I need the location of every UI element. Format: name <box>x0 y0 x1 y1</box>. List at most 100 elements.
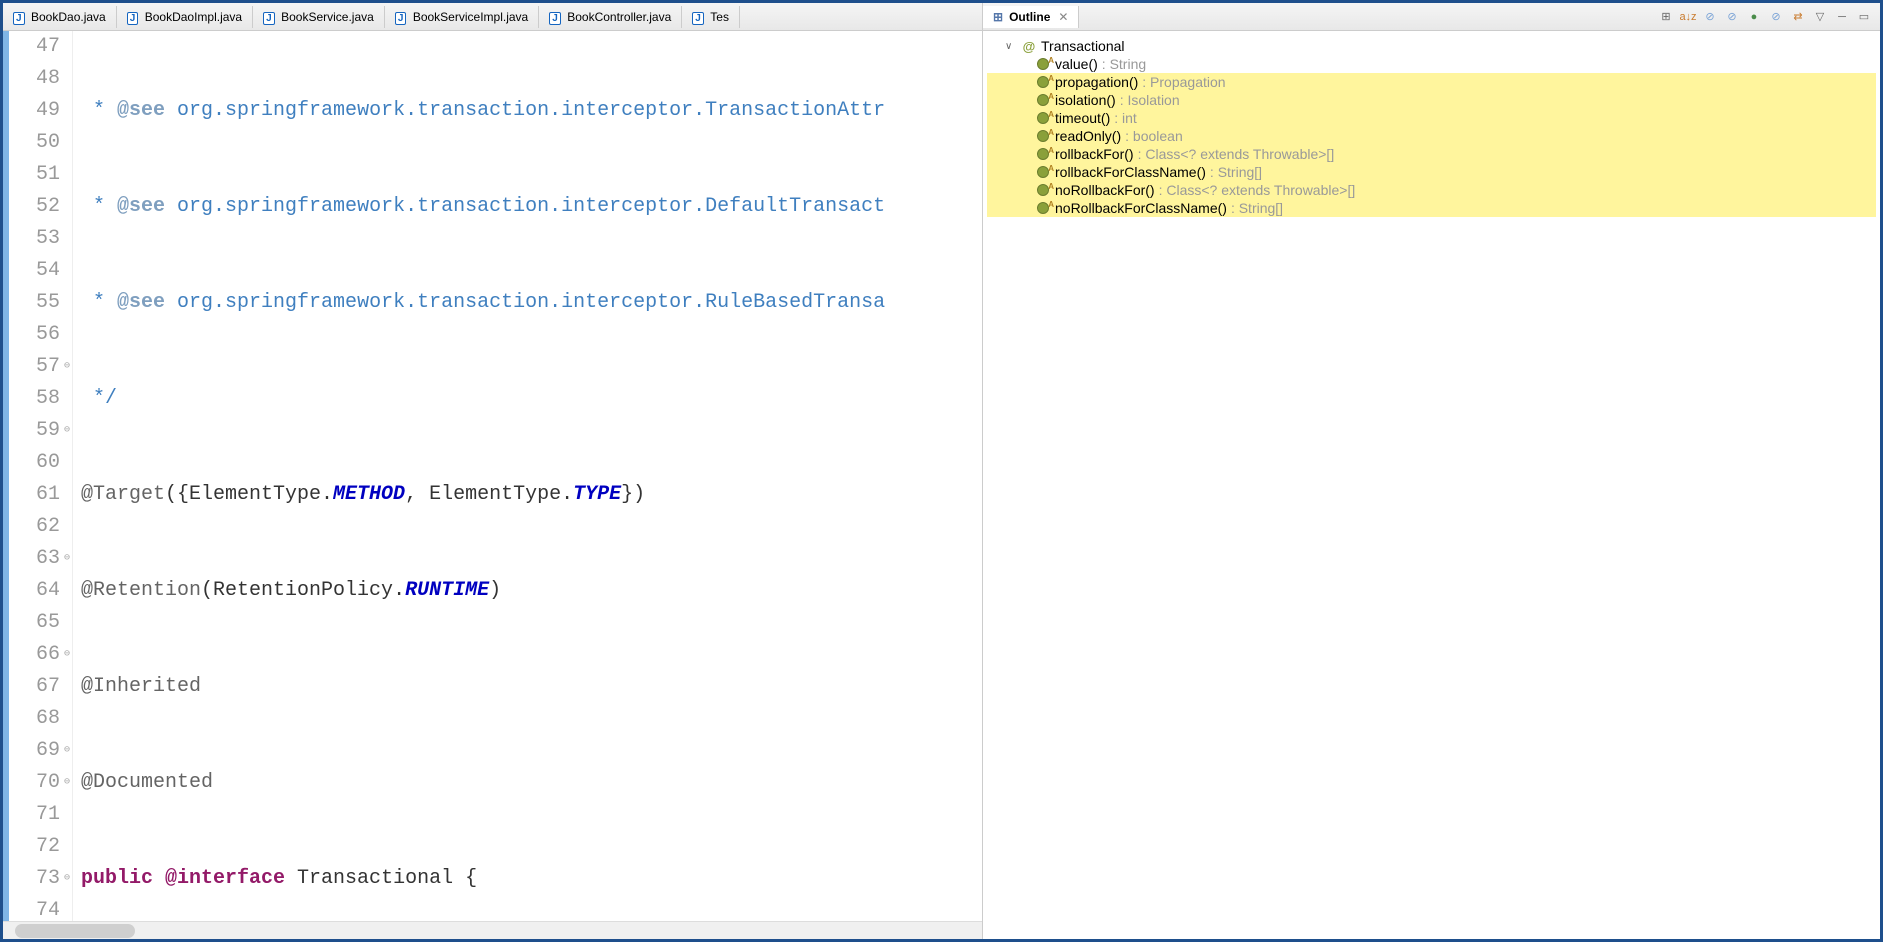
line-number: 62 <box>3 511 60 543</box>
annotation-method-icon <box>1035 56 1051 72</box>
annotation-method-icon <box>1035 182 1051 198</box>
line-number: 56 <box>3 319 60 351</box>
editor-tab[interactable]: BookService.java <box>253 6 385 28</box>
horizontal-scrollbar[interactable] <box>3 921 982 939</box>
enum-const: METHOD <box>333 483 405 506</box>
javadoc-tag: @see <box>117 99 165 122</box>
annotation-method-icon <box>1035 200 1051 216</box>
editor-tabbar: BookDao.java BookDaoImpl.java BookService.… <box>3 3 982 31</box>
editor-tab[interactable]: Tes <box>682 6 740 28</box>
filter-icon[interactable]: ● <box>1746 9 1762 25</box>
view-menu-icon[interactable]: ▽ <box>1812 9 1828 25</box>
annotation-method-icon <box>1035 92 1051 108</box>
outline-title: Outline <box>1009 10 1050 24</box>
hide-static-icon[interactable]: ⊘ <box>1724 9 1740 25</box>
java-file-icon <box>692 10 706 24</box>
line-number: 66 <box>3 639 60 671</box>
outline-item-label: Transactional <box>1041 38 1125 54</box>
code-text: org.springframework.transaction.intercep… <box>165 195 885 218</box>
annotation: @Inherited <box>81 675 201 698</box>
code-text: * <box>81 195 117 218</box>
outline-item-type: : String[] <box>1210 164 1262 180</box>
outline-item[interactable]: isolation() : Isolation <box>987 91 1876 109</box>
outline-item-type: : Class<? extends Throwable>[] <box>1138 146 1335 162</box>
enum-const: RUNTIME <box>405 579 489 602</box>
line-number: 55 <box>3 287 60 319</box>
outline-item-type: : Propagation <box>1142 74 1225 90</box>
outline-root[interactable]: ∨ @ Transactional <box>987 37 1876 55</box>
code-content[interactable]: * @see org.springframework.transaction.i… <box>73 31 982 921</box>
maximize-icon[interactable]: ▭ <box>1856 9 1872 25</box>
code-text: }) <box>621 483 645 506</box>
hide-fields-icon[interactable]: ⊘ <box>1702 9 1718 25</box>
outline-item-name: value() <box>1055 56 1098 72</box>
outline-tab[interactable]: Outline ✕ <box>983 6 1079 28</box>
editor-tab[interactable]: BookController.java <box>539 6 682 28</box>
javadoc-tag: @see <box>117 195 165 218</box>
editor-tab[interactable]: BookServiceImpl.java <box>385 6 539 28</box>
line-number: 64 <box>3 575 60 607</box>
code-area[interactable]: 4748495051525354555657585960616263646566… <box>3 31 982 921</box>
line-number: 52 <box>3 191 60 223</box>
sort-az-icon[interactable]: a↓z <box>1680 9 1696 25</box>
outline-item-type: : Isolation <box>1120 92 1180 108</box>
outline-item-name: propagation() <box>1055 74 1138 90</box>
outline-item-name: readOnly() <box>1055 128 1121 144</box>
annotation-method-icon <box>1035 74 1051 90</box>
annotation: @Retention <box>81 579 201 602</box>
link-editor-icon[interactable]: ⇄ <box>1790 9 1806 25</box>
outline-icon <box>993 10 1005 24</box>
line-number: 58 <box>3 383 60 415</box>
line-number: 74 <box>3 895 60 921</box>
line-gutter: 4748495051525354555657585960616263646566… <box>3 31 73 921</box>
scrollbar-thumb[interactable] <box>15 924 135 938</box>
code-text: */ <box>81 387 117 410</box>
line-number: 53 <box>3 223 60 255</box>
outline-pane: Outline ✕ ⊞ a↓z ⊘ ⊘ ● ⊘ ⇄ ▽ ─ ▭ ∨ @ Tran… <box>983 3 1880 939</box>
line-number: 65 <box>3 607 60 639</box>
line-number: 49 <box>3 95 60 127</box>
close-icon[interactable]: ✕ <box>1058 10 1068 24</box>
enum-const: TYPE <box>573 483 621 506</box>
code-text: * <box>81 291 117 314</box>
focus-icon[interactable]: ⊞ <box>1658 9 1674 25</box>
outline-item-name: isolation() <box>1055 92 1116 108</box>
outline-item[interactable]: propagation() : Propagation <box>987 73 1876 91</box>
annotation-method-icon <box>1035 164 1051 180</box>
outline-item[interactable]: noRollbackForClassName() : String[] <box>987 199 1876 217</box>
line-number: 63 <box>3 543 60 575</box>
java-file-icon <box>549 10 563 24</box>
outline-item[interactable]: readOnly() : boolean <box>987 127 1876 145</box>
code-text: org.springframework.transaction.intercep… <box>165 291 885 314</box>
outline-item[interactable]: rollbackForClassName() : String[] <box>987 163 1876 181</box>
outline-item[interactable]: timeout() : int <box>987 109 1876 127</box>
tab-label: BookDao.java <box>31 10 106 24</box>
keyword: @interface <box>153 867 285 890</box>
code-text: ) <box>489 579 501 602</box>
line-number: 61 <box>3 479 60 511</box>
javadoc-tag: @see <box>117 291 165 314</box>
editor-tab[interactable]: BookDaoImpl.java <box>117 6 253 28</box>
line-number: 71 <box>3 799 60 831</box>
outline-item-name: noRollbackForClassName() <box>1055 200 1227 216</box>
tab-label: BookServiceImpl.java <box>413 10 528 24</box>
editor-tab[interactable]: BookDao.java <box>3 6 117 28</box>
editor-pane: BookDao.java BookDaoImpl.java BookService.… <box>3 3 983 939</box>
outline-tree[interactable]: ∨ @ Transactional value() : Stringpropag… <box>983 31 1880 939</box>
outline-item[interactable]: noRollbackFor() : Class<? extends Throwa… <box>987 181 1876 199</box>
hide-nonpublic-icon[interactable]: ⊘ <box>1768 9 1784 25</box>
line-number: 72 <box>3 831 60 863</box>
tab-label: BookService.java <box>281 10 374 24</box>
line-number: 48 <box>3 63 60 95</box>
line-number: 54 <box>3 255 60 287</box>
expand-caret-icon[interactable]: ∨ <box>1005 41 1017 52</box>
line-number: 70 <box>3 767 60 799</box>
outline-item-name: noRollbackFor() <box>1055 182 1155 198</box>
outline-item[interactable]: rollbackFor() : Class<? extends Throwabl… <box>987 145 1876 163</box>
outline-header: Outline ✕ ⊞ a↓z ⊘ ⊘ ● ⊘ ⇄ ▽ ─ ▭ <box>983 3 1880 31</box>
outline-item[interactable]: value() : String <box>987 55 1876 73</box>
annotation: @Documented <box>81 771 213 794</box>
annotation-method-icon <box>1035 128 1051 144</box>
minimize-icon[interactable]: ─ <box>1834 9 1850 25</box>
java-file-icon <box>395 10 409 24</box>
